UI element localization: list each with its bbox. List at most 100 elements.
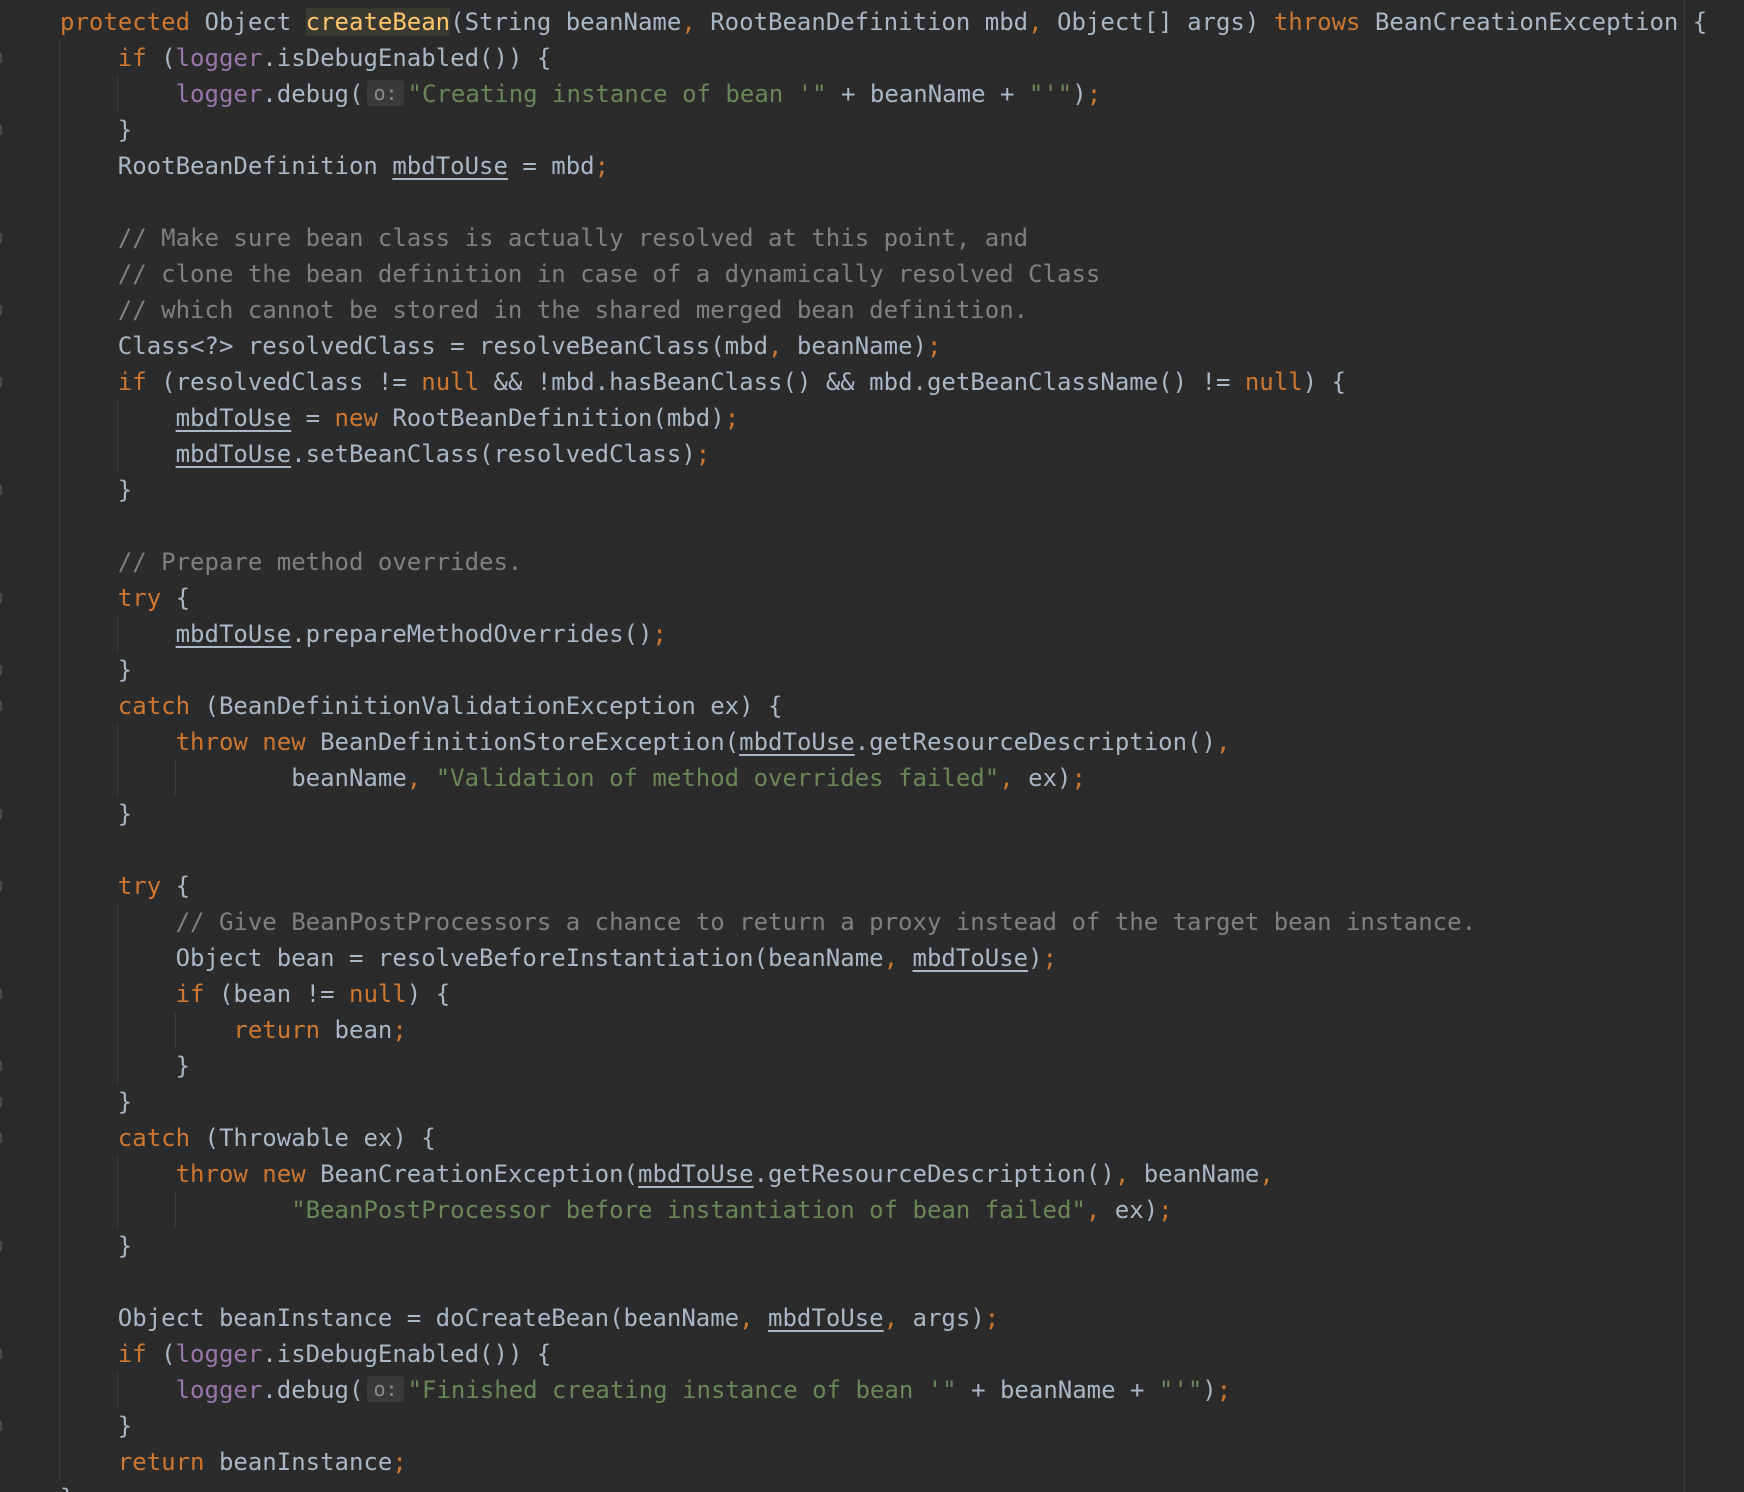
fold-marker-icon[interactable] [0, 701, 2, 711]
code-line[interactable]: "BeanPostProcessor before instantiation … [59, 1192, 1744, 1228]
code-line[interactable]: throw new BeanDefinitionStoreException(m… [59, 724, 1744, 760]
keyword-token: ; [926, 332, 942, 360]
code-token: Object [190, 8, 306, 36]
code-line[interactable]: } [59, 472, 1744, 508]
fold-marker-icon[interactable] [0, 665, 2, 675]
code-line[interactable]: } [59, 1084, 1744, 1120]
code-line[interactable]: return bean; [59, 1012, 1744, 1048]
code-line[interactable]: throw new BeanCreationException(mbdToUse… [59, 1156, 1744, 1192]
code-line[interactable]: } [60, 1480, 1744, 1492]
code-line[interactable]: } [59, 1228, 1744, 1264]
code-line[interactable]: RootBeanDefinition mbdToUse = mbd; [59, 148, 1744, 184]
code-line[interactable]: if (bean != null) { [59, 976, 1744, 1012]
indent-guide [59, 868, 60, 904]
code-line[interactable]: mbdToUse.prepareMethodOverrides(); [59, 616, 1744, 652]
code-line[interactable]: } [59, 1048, 1744, 1084]
keyword-token: , [1085, 1196, 1101, 1224]
code-token: .isDebugEnabled()) { [262, 44, 552, 72]
fold-marker-icon[interactable] [0, 125, 2, 135]
code-token: } [117, 476, 133, 504]
fold-marker-icon[interactable] [0, 377, 2, 387]
code-line[interactable]: } [59, 652, 1744, 688]
code-line[interactable]: mbdToUse.setBeanClass(resolvedClass); [59, 436, 1744, 472]
code-line[interactable] [59, 184, 1744, 220]
keyword-token: ; [1216, 1376, 1232, 1404]
fold-marker-icon[interactable] [0, 1097, 2, 1107]
fold-marker-icon[interactable] [0, 233, 2, 243]
fold-marker-icon[interactable] [0, 1061, 2, 1071]
indent-guide [59, 760, 60, 796]
indent-guide [59, 1012, 60, 1048]
code-area[interactable]: protected Object createBean(String beanN… [59, 4, 1744, 1492]
indent-guide [116, 1048, 118, 1084]
code-line[interactable] [59, 832, 1744, 868]
fold-marker-icon[interactable] [0, 1349, 2, 1359]
code-token: .getResourceDescription() [854, 728, 1216, 756]
indent-guide [59, 1264, 60, 1300]
string-token: "'" [1158, 1376, 1203, 1404]
code-line[interactable]: Class<?> resolvedClass = resolveBeanClas… [59, 328, 1744, 364]
keyword-token: throw [175, 728, 248, 756]
code-line[interactable]: try { [59, 868, 1744, 904]
code-line[interactable]: if (logger.isDebugEnabled()) { [59, 1336, 1744, 1372]
indent-guide [116, 904, 118, 940]
fold-marker-icon[interactable] [0, 305, 2, 315]
code-editor[interactable]: protected Object createBean(String beanN… [0, 0, 1744, 1492]
code-line[interactable]: catch (Throwable ex) { [59, 1120, 1744, 1156]
code-line[interactable]: logger.debug(o: "Creating instance of bea… [59, 76, 1744, 112]
code-line[interactable]: if (logger.isDebugEnabled()) { [59, 40, 1744, 76]
code-line[interactable]: return beanInstance; [59, 1444, 1744, 1480]
fold-marker-icon[interactable] [0, 593, 2, 603]
indent-guide [59, 1336, 60, 1372]
code-line[interactable]: beanName, "Validation of method override… [59, 760, 1744, 796]
code-line[interactable]: // Give BeanPostProcessors a chance to r… [59, 904, 1744, 940]
fold-marker-icon[interactable] [0, 1241, 2, 1251]
code-line[interactable]: if (resolvedClass != null && !mbd.hasBea… [59, 364, 1744, 400]
code-line[interactable]: } [59, 796, 1744, 832]
fold-marker-icon[interactable] [0, 809, 2, 819]
keyword-token: ; [1158, 1196, 1173, 1224]
code-token: } [117, 116, 133, 144]
fold-marker-icon[interactable] [0, 1133, 2, 1143]
indent-guide [59, 40, 60, 76]
fold-marker-icon[interactable] [0, 53, 2, 63]
fold-marker-icon[interactable] [0, 1421, 2, 1431]
indent-guide [59, 724, 60, 760]
code-line[interactable]: } [59, 112, 1744, 148]
keyword-token: protected [60, 8, 191, 36]
code-line[interactable]: try { [59, 580, 1744, 616]
editor-gutter[interactable] [0, 0, 10, 1492]
code-token: beanName [291, 764, 407, 792]
code-token: } [60, 1484, 74, 1492]
field-token: logger [175, 1340, 263, 1368]
keyword-token: ; [1086, 80, 1102, 108]
code-line[interactable]: Object beanInstance = doCreateBean(beanN… [59, 1300, 1744, 1336]
code-line[interactable]: } [59, 1408, 1744, 1444]
code-line[interactable]: // Make sure bean class is actually reso… [59, 220, 1744, 256]
code-line[interactable]: Object bean = resolveBeforeInstantiation… [59, 940, 1744, 976]
string-token: "Finished creating instance of bean '" [407, 1376, 957, 1404]
code-line[interactable]: mbdToUse = new RootBeanDefinition(mbd); [59, 400, 1744, 436]
code-line[interactable]: // which cannot be stored in the shared … [59, 292, 1744, 328]
code-line[interactable]: logger.debug(o: "Finished creating instan… [59, 1372, 1744, 1408]
code-line[interactable] [59, 508, 1744, 544]
fold-marker-icon[interactable] [0, 881, 2, 891]
code-line[interactable]: // clone the bean definition in case of … [59, 256, 1744, 292]
code-line[interactable]: protected Object createBean(String beanN… [60, 4, 1744, 40]
code-line[interactable] [59, 1264, 1744, 1300]
fold-marker-icon[interactable] [0, 989, 2, 999]
code-line[interactable]: catch (BeanDefinitionValidationException… [59, 688, 1744, 724]
code-line[interactable]: // Prepare method overrides. [59, 544, 1744, 580]
indent-guide [59, 1444, 60, 1480]
fold-marker-icon[interactable] [0, 485, 2, 495]
